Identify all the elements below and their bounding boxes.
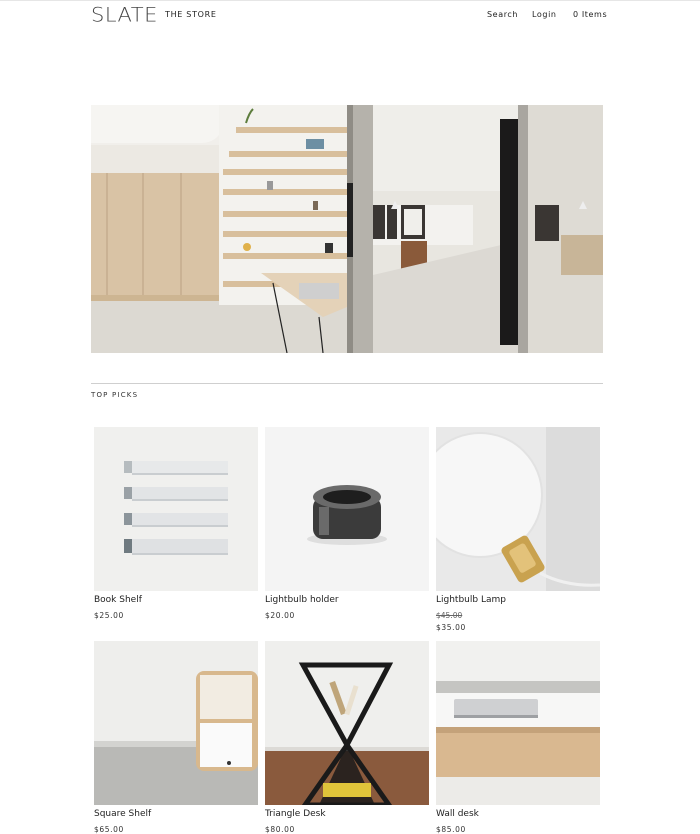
product-price: $20.00: [265, 611, 295, 620]
product-card[interactable]: Wall desk $85.00: [436, 641, 600, 834]
site-logo[interactable]: SLATE: [91, 4, 158, 27]
product-price: $25.00: [94, 611, 124, 620]
product-name[interactable]: Book Shelf: [94, 595, 142, 605]
hero-image: [91, 105, 603, 353]
product-name[interactable]: Wall desk: [436, 809, 479, 819]
cart-link[interactable]: 0 Items: [573, 10, 607, 19]
section-divider: [91, 383, 603, 384]
product-price: $85.00: [436, 825, 466, 834]
product-price: $80.00: [265, 825, 295, 834]
store-link[interactable]: THE STORE: [165, 10, 217, 19]
product-name[interactable]: Lightbulb holder: [265, 595, 339, 605]
product-card[interactable]: Lightbulb holder $20.00: [265, 427, 429, 620]
product-image[interactable]: [94, 427, 258, 591]
product-image[interactable]: [436, 427, 600, 591]
product-card[interactable]: Lightbulb Lamp $45.00 $35.00: [436, 427, 600, 632]
product-card[interactable]: Triangle Desk $80.00: [265, 641, 429, 834]
product-name[interactable]: Lightbulb Lamp: [436, 595, 506, 605]
top-border: [0, 0, 700, 1]
product-image[interactable]: [265, 427, 429, 591]
login-link[interactable]: Login: [532, 10, 557, 19]
product-price: $65.00: [94, 825, 124, 834]
product-card[interactable]: Book Shelf $25.00: [94, 427, 258, 620]
product-card[interactable]: Square Shelf $65.00: [94, 641, 258, 834]
product-price: $35.00: [436, 623, 466, 632]
search-link[interactable]: Search: [487, 10, 518, 19]
product-name[interactable]: Triangle Desk: [265, 809, 326, 819]
section-title: TOP PICKS: [91, 391, 139, 399]
product-name[interactable]: Square Shelf: [94, 809, 151, 819]
product-image[interactable]: [94, 641, 258, 805]
product-image[interactable]: [436, 641, 600, 805]
product-old-price: $45.00: [436, 611, 463, 620]
product-image[interactable]: [265, 641, 429, 805]
